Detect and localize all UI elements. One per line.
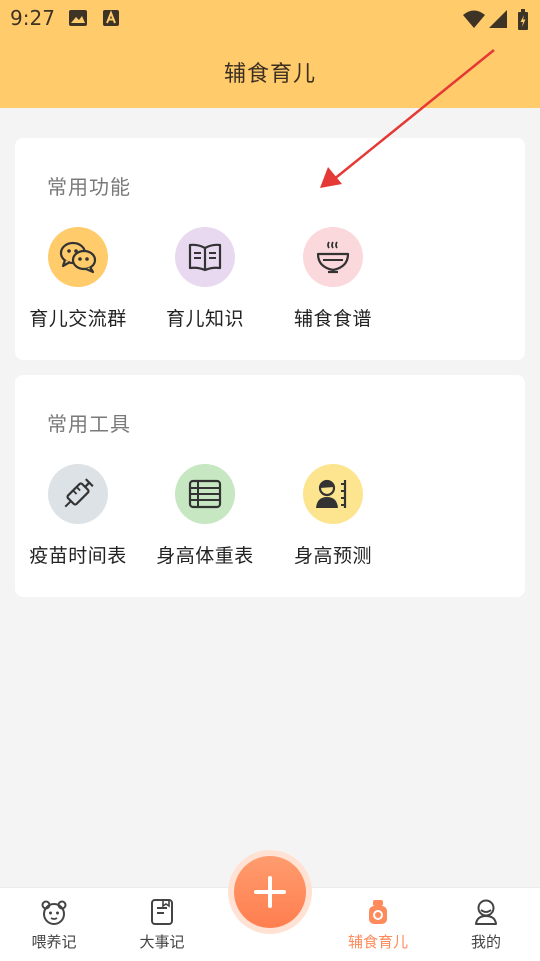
common-functions-card: 常用功能 育儿交流群 育儿知识 辅食食谱 — [15, 138, 525, 360]
baby-bottle-icon — [369, 900, 387, 924]
status-bar: 9:27 — [0, 0, 540, 36]
chat-bubbles-icon — [48, 227, 108, 287]
header-bar: 9:27 辅食育儿 — [0, 0, 540, 108]
tab-label: 我的 — [470, 933, 501, 951]
section-title: 常用功能 — [47, 175, 131, 199]
tile-parenting-group[interactable]: 育儿交流群 — [14, 227, 142, 331]
plus-icon — [254, 876, 286, 908]
signal-icon — [489, 10, 507, 28]
common-tools-card: 常用工具 疫苗时间表 身高体重表 身高预测 — [15, 375, 525, 597]
profile-icon — [475, 899, 497, 925]
tile-label: 疫苗时间表 — [29, 545, 127, 567]
tile-parenting-knowledge[interactable]: 育儿知识 — [141, 227, 269, 331]
page-title: 辅食育儿 — [223, 62, 316, 87]
section-title: 常用工具 — [47, 412, 131, 436]
app-notification-icon — [103, 10, 119, 26]
image-notification-icon — [69, 10, 87, 26]
add-record-button[interactable] — [234, 856, 306, 928]
wifi-icon — [463, 10, 485, 28]
tab-milestones[interactable]: 大事记 — [108, 888, 216, 961]
tile-food-recipes[interactable]: 辅食食谱 — [269, 227, 397, 331]
tile-vaccine-schedule[interactable]: 疫苗时间表 — [14, 464, 142, 568]
tab-label: 辅食育儿 — [347, 933, 408, 951]
tile-height-weight-table[interactable]: 身高体重表 — [141, 464, 269, 568]
notebook-icon — [151, 899, 173, 925]
status-time: 9:27 — [10, 6, 55, 30]
height-predict-icon — [303, 464, 363, 524]
tab-food-parenting[interactable]: 辅食育儿 — [324, 888, 432, 961]
tile-label: 育儿交流群 — [29, 308, 127, 330]
tile-label: 身高体重表 — [156, 545, 254, 567]
tile-label: 身高预测 — [293, 545, 372, 567]
table-icon — [175, 464, 235, 524]
syringe-icon — [48, 464, 108, 524]
baby-face-icon — [41, 900, 67, 925]
food-bowl-icon — [303, 227, 363, 287]
tab-label: 喂养记 — [31, 933, 77, 951]
book-icon — [175, 227, 235, 287]
battery-charging-icon — [518, 9, 528, 30]
tile-height-prediction[interactable]: 身高预测 — [269, 464, 397, 568]
tab-feeding-log[interactable]: 喂养记 — [0, 888, 108, 961]
tab-mine[interactable]: 我的 — [432, 888, 540, 961]
tile-label: 辅食食谱 — [293, 308, 372, 330]
tile-label: 育儿知识 — [165, 308, 244, 330]
tab-label: 大事记 — [139, 933, 185, 951]
